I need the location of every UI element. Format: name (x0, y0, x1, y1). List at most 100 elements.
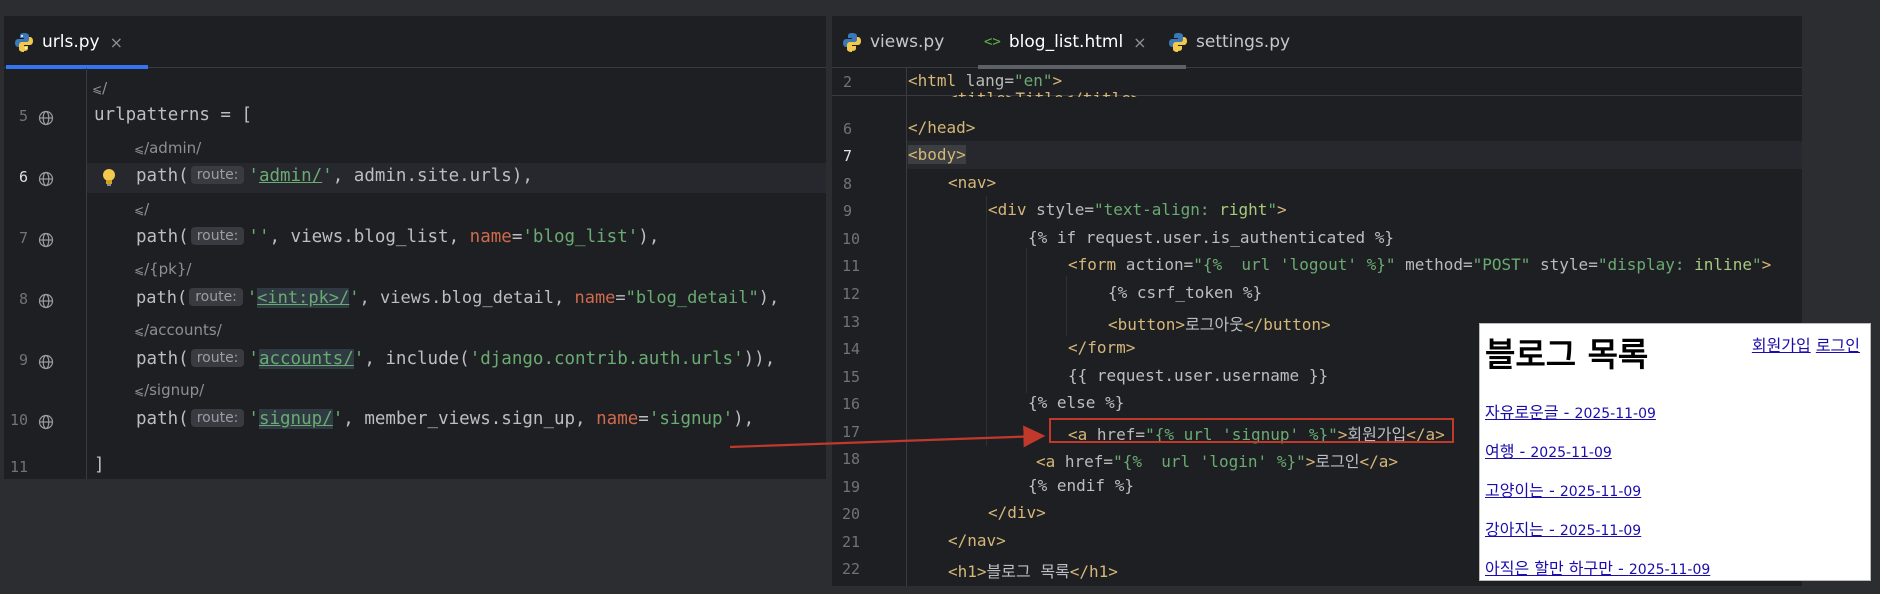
post-link[interactable]: 자유로운글 - 2025-11-09 (1485, 399, 1656, 423)
code-line[interactable]: <nav> (948, 173, 996, 192)
line-number: 10 (9, 411, 28, 429)
route-param-hint: route: (190, 349, 245, 367)
indent-guide (986, 196, 987, 446)
indent-guide (1026, 248, 1027, 393)
line-number: 6 (18, 168, 28, 186)
close-icon[interactable]: × (1133, 33, 1146, 52)
line-number: 15 (841, 368, 860, 386)
route-hint: ⩽/signup/ (134, 381, 205, 399)
post-link[interactable]: 아직은 할만 하구만 - 2025-11-09 (1485, 555, 1710, 579)
line-number: 5 (18, 107, 28, 125)
page-title: 블로그 목록 (1485, 335, 1649, 374)
left-tab-bar: urls.py × (4, 16, 826, 69)
globe-icon[interactable] (38, 354, 54, 370)
line-number: 18 (841, 450, 860, 468)
login-link[interactable]: 로그인 (1816, 336, 1860, 355)
tab-label: blog_list.html (1008, 32, 1124, 52)
code-line[interactable]: path(route:'admin/', admin.site.urls), (136, 166, 533, 186)
line-number: 2 (842, 73, 852, 91)
code-line[interactable]: path(route:'accounts/', include('django.… (136, 349, 775, 369)
route-hint: ⩽/ (92, 79, 108, 97)
tab-urls-py[interactable]: urls.py × (6, 16, 148, 69)
globe-icon[interactable] (38, 293, 54, 309)
code-line[interactable]: path(route: '<int:pk>/', views.blog_detai… (136, 288, 779, 308)
line-number: 11 (841, 257, 860, 275)
globe-icon[interactable] (38, 171, 54, 187)
lightbulb-icon[interactable] (102, 168, 116, 188)
code-line[interactable]: path(route: '', views.blog_list, name='bl… (136, 227, 659, 247)
code-line[interactable]: </div> (988, 503, 1046, 522)
globe-icon[interactable] (38, 414, 54, 430)
line-number: 11 (9, 458, 28, 476)
code-line: <title>Title</title> (948, 89, 1141, 97)
line-number: 16 (841, 395, 860, 413)
globe-icon[interactable] (38, 110, 54, 126)
route-param-hint: route: (189, 288, 243, 306)
line-number: 9 (18, 351, 28, 369)
code-line[interactable]: <html lang="en"> (908, 71, 1062, 90)
nav-links: 회원가입 로그인 (1752, 332, 1860, 356)
gutter-divider (86, 68, 87, 479)
active-tab-indicator (978, 65, 1186, 69)
route-hint: ⩽/ (134, 200, 150, 218)
post-link[interactable]: 강아지는 - 2025-11-09 (1485, 516, 1641, 540)
code-line[interactable]: {% else %} (1028, 393, 1124, 412)
code-line[interactable]: <a href="{% url 'login' %}">로그인</a> (1036, 448, 1398, 472)
globe-icon[interactable] (38, 232, 54, 248)
code-line[interactable]: ] (94, 455, 105, 475)
code-line[interactable]: </head> (908, 118, 975, 137)
html-tag-icon: <> (984, 34, 1001, 50)
tab-label: urls.py (42, 32, 100, 52)
code-line[interactable]: <div style="text-align: right"> (988, 200, 1287, 219)
line-number: 6 (842, 120, 852, 138)
current-line-highlight (907, 141, 1802, 169)
route-param-hint: route: (190, 166, 245, 184)
active-tab-indicator (6, 65, 148, 69)
code-line[interactable]: urlpatterns = [ (94, 105, 252, 125)
signup-link[interactable]: 회원가입 (1752, 336, 1811, 355)
browser-preview: 블로그 목록 회원가입 로그인 자유로운글 - 2025-11-09 여행 - … (1479, 323, 1871, 581)
line-number: 8 (18, 290, 28, 308)
tab-label: settings.py (1196, 32, 1291, 52)
python-file-icon (14, 32, 34, 52)
post-link[interactable]: 고양이는 - 2025-11-09 (1485, 477, 1641, 501)
code-line[interactable]: {% endif %} (1028, 476, 1134, 495)
python-file-icon (842, 32, 862, 52)
code-line[interactable]: </nav> (948, 531, 1006, 550)
tab-settings-py[interactable]: settings.py (1168, 16, 1290, 68)
line-number: 22 (841, 560, 860, 578)
route-param-hint: route: (190, 409, 245, 427)
route-param-hint: route: (190, 227, 245, 245)
route-hint: ⩽/admin/ (134, 139, 202, 157)
line-number: 21 (841, 533, 860, 551)
code-line[interactable]: {% if request.user.is_authenticated %} (1028, 228, 1394, 247)
tab-blog-list-html[interactable]: <> blog_list.html × (978, 16, 1186, 69)
code-line[interactable]: <form action="{% url 'logout' %}" method… (1068, 255, 1771, 274)
annotation-highlight-box (1049, 418, 1454, 443)
post-link[interactable]: 여행 - 2025-11-09 (1485, 438, 1612, 462)
indent-guide (1066, 276, 1067, 336)
line-number: 19 (841, 478, 860, 496)
line-number: 8 (842, 175, 852, 193)
left-editor-pane: urls.py × ⩽/ 5 urlpatterns = [ ⩽/admin/ … (4, 16, 826, 479)
close-icon[interactable]: × (110, 33, 123, 52)
line-number: 14 (841, 340, 860, 358)
right-tab-bar: views.py <> blog_list.html × settings.py (832, 16, 1802, 69)
code-line[interactable]: path(route:'signup/', member_views.sign_… (136, 409, 754, 429)
line-number: 7 (18, 229, 28, 247)
code-line[interactable]: <button>로그아웃</button> (1108, 311, 1331, 335)
line-number: 10 (841, 230, 860, 248)
line-number: 20 (841, 505, 860, 523)
code-line[interactable]: </form> (1068, 338, 1135, 357)
code-line[interactable]: <h1>블로그 목록</h1> (948, 558, 1118, 582)
line-number: 9 (842, 202, 852, 220)
line-number: 17 (841, 423, 860, 441)
python-file-icon (1168, 32, 1188, 52)
code-line[interactable]: {% csrf_token %} (1108, 283, 1262, 302)
tab-views-py[interactable]: views.py (842, 16, 944, 68)
code-line[interactable]: {{ request.user.username }} (1068, 366, 1328, 385)
code-line[interactable]: <body> (908, 145, 966, 164)
line-number: 13 (841, 313, 860, 331)
tab-label: views.py (870, 32, 945, 52)
route-hint: ⩽/{pk}/ (134, 260, 192, 278)
